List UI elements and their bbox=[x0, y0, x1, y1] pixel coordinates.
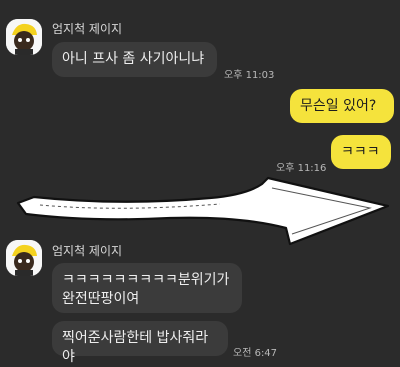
incoming-message-bubble[interactable]: ㅋㅋㅋㅋㅋㅋㅋㅋㅋ분위기가 완전딴팡이여 bbox=[52, 263, 242, 313]
message-line: 완전딴팡이여 bbox=[62, 291, 140, 307]
sender-name: 엄지척 제이지 bbox=[52, 244, 123, 258]
message-timestamp: 오후 11:03 bbox=[224, 70, 275, 81]
arrow-icon bbox=[16, 176, 390, 246]
incoming-message-bubble[interactable]: 아니 프사 좀 사기아니냐 bbox=[52, 42, 217, 77]
message-line: ㅋㅋㅋㅋㅋㅋㅋㅋㅋ분위기가 bbox=[62, 272, 230, 288]
sender-name: 엄지척 제이지 bbox=[52, 22, 123, 36]
incoming-message-bubble[interactable]: 찍어준사람한테 밥사줘라야 bbox=[52, 321, 228, 365]
avatar-character-icon bbox=[6, 19, 42, 55]
message-timestamp: 오전 6:47 bbox=[233, 348, 278, 359]
avatar[interactable] bbox=[6, 240, 42, 276]
outgoing-message-bubble[interactable]: ㅋㅋㅋ bbox=[331, 135, 391, 169]
avatar-character-icon bbox=[6, 240, 42, 276]
avatar[interactable] bbox=[6, 19, 42, 55]
outgoing-message-bubble[interactable]: 무슨일 있어? bbox=[290, 89, 394, 123]
